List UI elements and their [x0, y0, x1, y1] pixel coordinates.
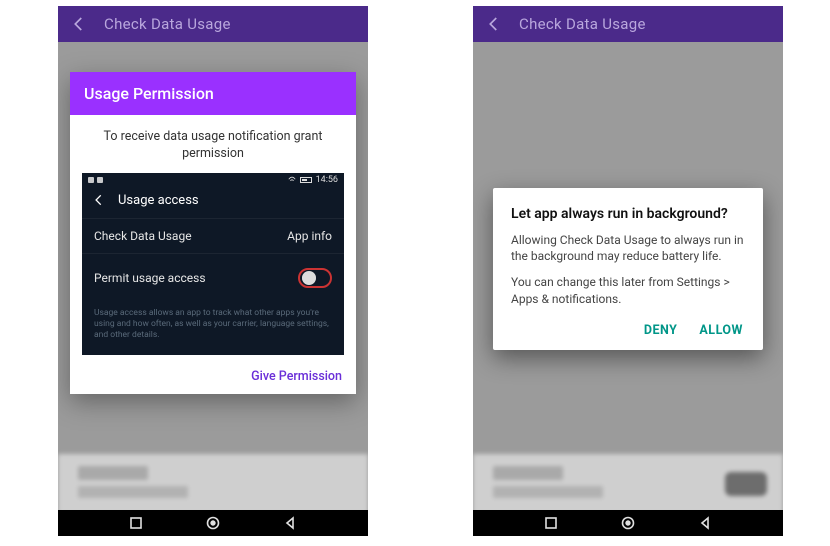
- dialog-description: To receive data usage notification grant…: [70, 115, 356, 173]
- permit-usage-toggle-highlight: [298, 268, 332, 288]
- embed-app-info-label: App info: [287, 229, 332, 243]
- permit-usage-toggle[interactable]: [302, 272, 316, 284]
- nav-back-icon[interactable]: [283, 516, 297, 530]
- back-icon[interactable]: [483, 13, 505, 35]
- phone-screenshot-right: Check Data Usage Let app always run in b…: [473, 6, 783, 536]
- settings-screenshot: 14:56 Usage access Check Data Usage App …: [82, 173, 344, 355]
- dialog-actions: DENY ALLOW: [511, 317, 745, 342]
- permit-usage-label: Permit usage access: [94, 271, 206, 285]
- background-content-blur: [473, 454, 783, 514]
- embed-app-bar: Usage access: [82, 187, 344, 218]
- back-icon[interactable]: [68, 13, 90, 35]
- dialog-title: Usage Permission: [70, 72, 356, 115]
- embed-fineprint: Usage access allows an app to track what…: [82, 302, 344, 355]
- nav-recent-icon[interactable]: [544, 516, 558, 530]
- usage-permission-dialog: Usage Permission To receive data usage n…: [70, 72, 356, 394]
- phone-screenshot-left: Check Data Usage Usage Permission To rec…: [58, 6, 368, 536]
- nav-home-icon[interactable]: [205, 515, 221, 531]
- app-bar-title: Check Data Usage: [519, 15, 646, 33]
- app-bar-title: Check Data Usage: [104, 15, 231, 33]
- background-content-blur: [58, 454, 368, 514]
- embed-row-appinfo: Check Data Usage App info: [82, 218, 344, 253]
- embed-app-bar-title: Usage access: [118, 193, 199, 208]
- system-nav-bar: [473, 510, 783, 536]
- battery-icon: [300, 177, 312, 183]
- nav-recent-icon[interactable]: [129, 516, 143, 530]
- system-nav-bar: [58, 510, 368, 536]
- dialog-body-2: You can change this later from Settings …: [511, 274, 745, 306]
- back-icon: [92, 193, 106, 207]
- dialog-title: Let app always run in background?: [511, 206, 745, 222]
- app-bar: Check Data Usage: [473, 6, 783, 42]
- embed-row-permit: Permit usage access: [82, 253, 344, 302]
- dialog-actions: Give Permission: [70, 357, 356, 394]
- nav-back-icon[interactable]: [698, 516, 712, 530]
- deny-button[interactable]: DENY: [644, 323, 678, 338]
- status-time: 14:56: [316, 175, 338, 185]
- status-bar: 14:56: [82, 173, 344, 187]
- dialog-body-1: Allowing Check Data Usage to always run …: [511, 232, 745, 264]
- wifi-icon: [288, 176, 296, 184]
- allow-button[interactable]: ALLOW: [699, 323, 743, 338]
- embed-app-name: Check Data Usage: [94, 229, 192, 243]
- app-bar: Check Data Usage: [58, 6, 368, 42]
- give-permission-button[interactable]: Give Permission: [251, 369, 342, 384]
- nav-home-icon[interactable]: [620, 515, 636, 531]
- background-run-dialog: Let app always run in background? Allowi…: [493, 188, 763, 350]
